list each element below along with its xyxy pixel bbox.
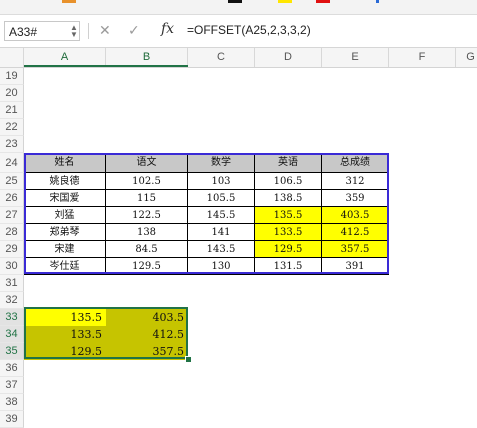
row-header[interactable]: 32 [0, 292, 24, 309]
ribbon-icon-orange[interactable] [62, 0, 76, 3]
formula-input[interactable]: =OFFSET(A25,2,3,3,2) [187, 23, 311, 37]
table-cell[interactable]: 312 [322, 173, 389, 190]
result-cell[interactable]: 412.5 [106, 326, 188, 343]
row-header[interactable]: 20 [0, 85, 24, 102]
result-cell-active[interactable]: 135.5 [24, 309, 106, 326]
table-header-cell[interactable]: 总成绩 [322, 153, 389, 173]
table-cell[interactable]: 岑仕廷 [24, 258, 106, 275]
table-cell[interactable]: 122.5 [106, 207, 188, 224]
result-cell[interactable]: 403.5 [106, 309, 188, 326]
row-header[interactable]: 37 [0, 377, 24, 394]
table-cell[interactable]: 141 [188, 224, 255, 241]
formula-bar-divider [88, 23, 89, 39]
column-header-c[interactable]: C [188, 48, 255, 67]
row-header-selected[interactable]: 33 [0, 309, 24, 326]
table-cell[interactable]: 84.5 [106, 241, 188, 258]
result-cell[interactable]: 133.5 [24, 326, 106, 343]
name-box[interactable]: A33# [4, 21, 80, 41]
highlighted-cell[interactable]: 357.5 [322, 241, 389, 258]
column-header-g[interactable]: G [456, 48, 477, 67]
result-cell[interactable]: 357.5 [106, 343, 188, 360]
ribbon-icon-blue[interactable] [376, 0, 379, 3]
row-header-selected[interactable]: 35 [0, 343, 24, 360]
table-cell[interactable]: 103 [188, 173, 255, 190]
table-cell[interactable]: 宋建 [24, 241, 106, 258]
row-header[interactable]: 26 [0, 190, 24, 207]
fill-handle[interactable] [185, 356, 192, 363]
highlighted-cell[interactable]: 403.5 [322, 207, 389, 224]
column-header-e[interactable]: E [322, 48, 389, 67]
table-header-cell[interactable]: 语文 [106, 153, 188, 173]
result-cell[interactable]: 129.5 [24, 343, 106, 360]
highlighted-cell[interactable]: 133.5 [255, 224, 322, 241]
row-header[interactable]: 22 [0, 119, 24, 136]
table-cell[interactable]: 138 [106, 224, 188, 241]
highlighted-cell[interactable]: 412.5 [322, 224, 389, 241]
table-cell[interactable]: 115 [106, 190, 188, 207]
ribbon-icon-black[interactable] [228, 0, 242, 3]
table-cell[interactable]: 刘猛 [24, 207, 106, 224]
row-header[interactable]: 38 [0, 394, 24, 411]
ribbon-icon-red[interactable] [316, 0, 330, 3]
table-header-cell[interactable]: 数学 [188, 153, 255, 173]
row-header[interactable]: 28 [0, 224, 24, 241]
confirm-icon[interactable]: ✓ [128, 22, 140, 39]
column-header-d[interactable]: D [255, 48, 322, 67]
selected-columns-indicator [24, 65, 188, 67]
column-header-bar: A B C D E F G [0, 48, 477, 68]
row-header[interactable]: 29 [0, 241, 24, 258]
highlighted-cell[interactable]: 135.5 [255, 207, 322, 224]
table-cell[interactable]: 143.5 [188, 241, 255, 258]
row-header[interactable]: 19 [0, 68, 24, 85]
row-header[interactable]: 30 [0, 258, 24, 275]
table-cell[interactable]: 105.5 [188, 190, 255, 207]
row-header[interactable]: 23 [0, 136, 24, 153]
table-cell[interactable]: 姚良德 [24, 173, 106, 190]
table-header-cell[interactable]: 英语 [255, 153, 322, 173]
row-header[interactable]: 36 [0, 360, 24, 377]
table-cell[interactable]: 130 [188, 258, 255, 275]
table-cell[interactable]: 129.5 [106, 258, 188, 275]
table-header-cell[interactable]: 姓名 [24, 153, 106, 173]
table-cell[interactable]: 102.5 [106, 173, 188, 190]
ribbon [0, 0, 477, 15]
table-cell[interactable]: 131.5 [255, 258, 322, 275]
name-box-stepper-icon[interactable]: ▲ ▼ [70, 24, 78, 39]
table-cell[interactable]: 145.5 [188, 207, 255, 224]
row-header[interactable]: 25 [0, 173, 24, 190]
row-header[interactable]: 39 [0, 411, 24, 428]
table-cell[interactable]: 郑弟琴 [24, 224, 106, 241]
table-cell[interactable]: 106.5 [255, 173, 322, 190]
table-cell[interactable]: 359 [322, 190, 389, 207]
table-cell[interactable]: 391 [322, 258, 389, 275]
column-header-f[interactable]: F [389, 48, 456, 67]
row-header[interactable]: 24 [0, 153, 24, 173]
row-header[interactable]: 27 [0, 207, 24, 224]
table-cell[interactable]: 138.5 [255, 190, 322, 207]
row-header[interactable]: 31 [0, 275, 24, 292]
table-cell[interactable]: 宋国爱 [24, 190, 106, 207]
row-header[interactable]: 21 [0, 102, 24, 119]
select-all-corner[interactable] [0, 48, 24, 67]
row-header-selected[interactable]: 34 [0, 326, 24, 343]
cancel-icon[interactable]: ✕ [99, 22, 111, 39]
formula-bar: A33# ▲ ▼ ✕ ✓ fx =OFFSET(A25,2,3,3,2) [0, 15, 477, 48]
ribbon-icon-yellow[interactable] [278, 0, 292, 3]
function-icon[interactable]: fx [161, 21, 174, 37]
highlighted-cell[interactable]: 129.5 [255, 241, 322, 258]
